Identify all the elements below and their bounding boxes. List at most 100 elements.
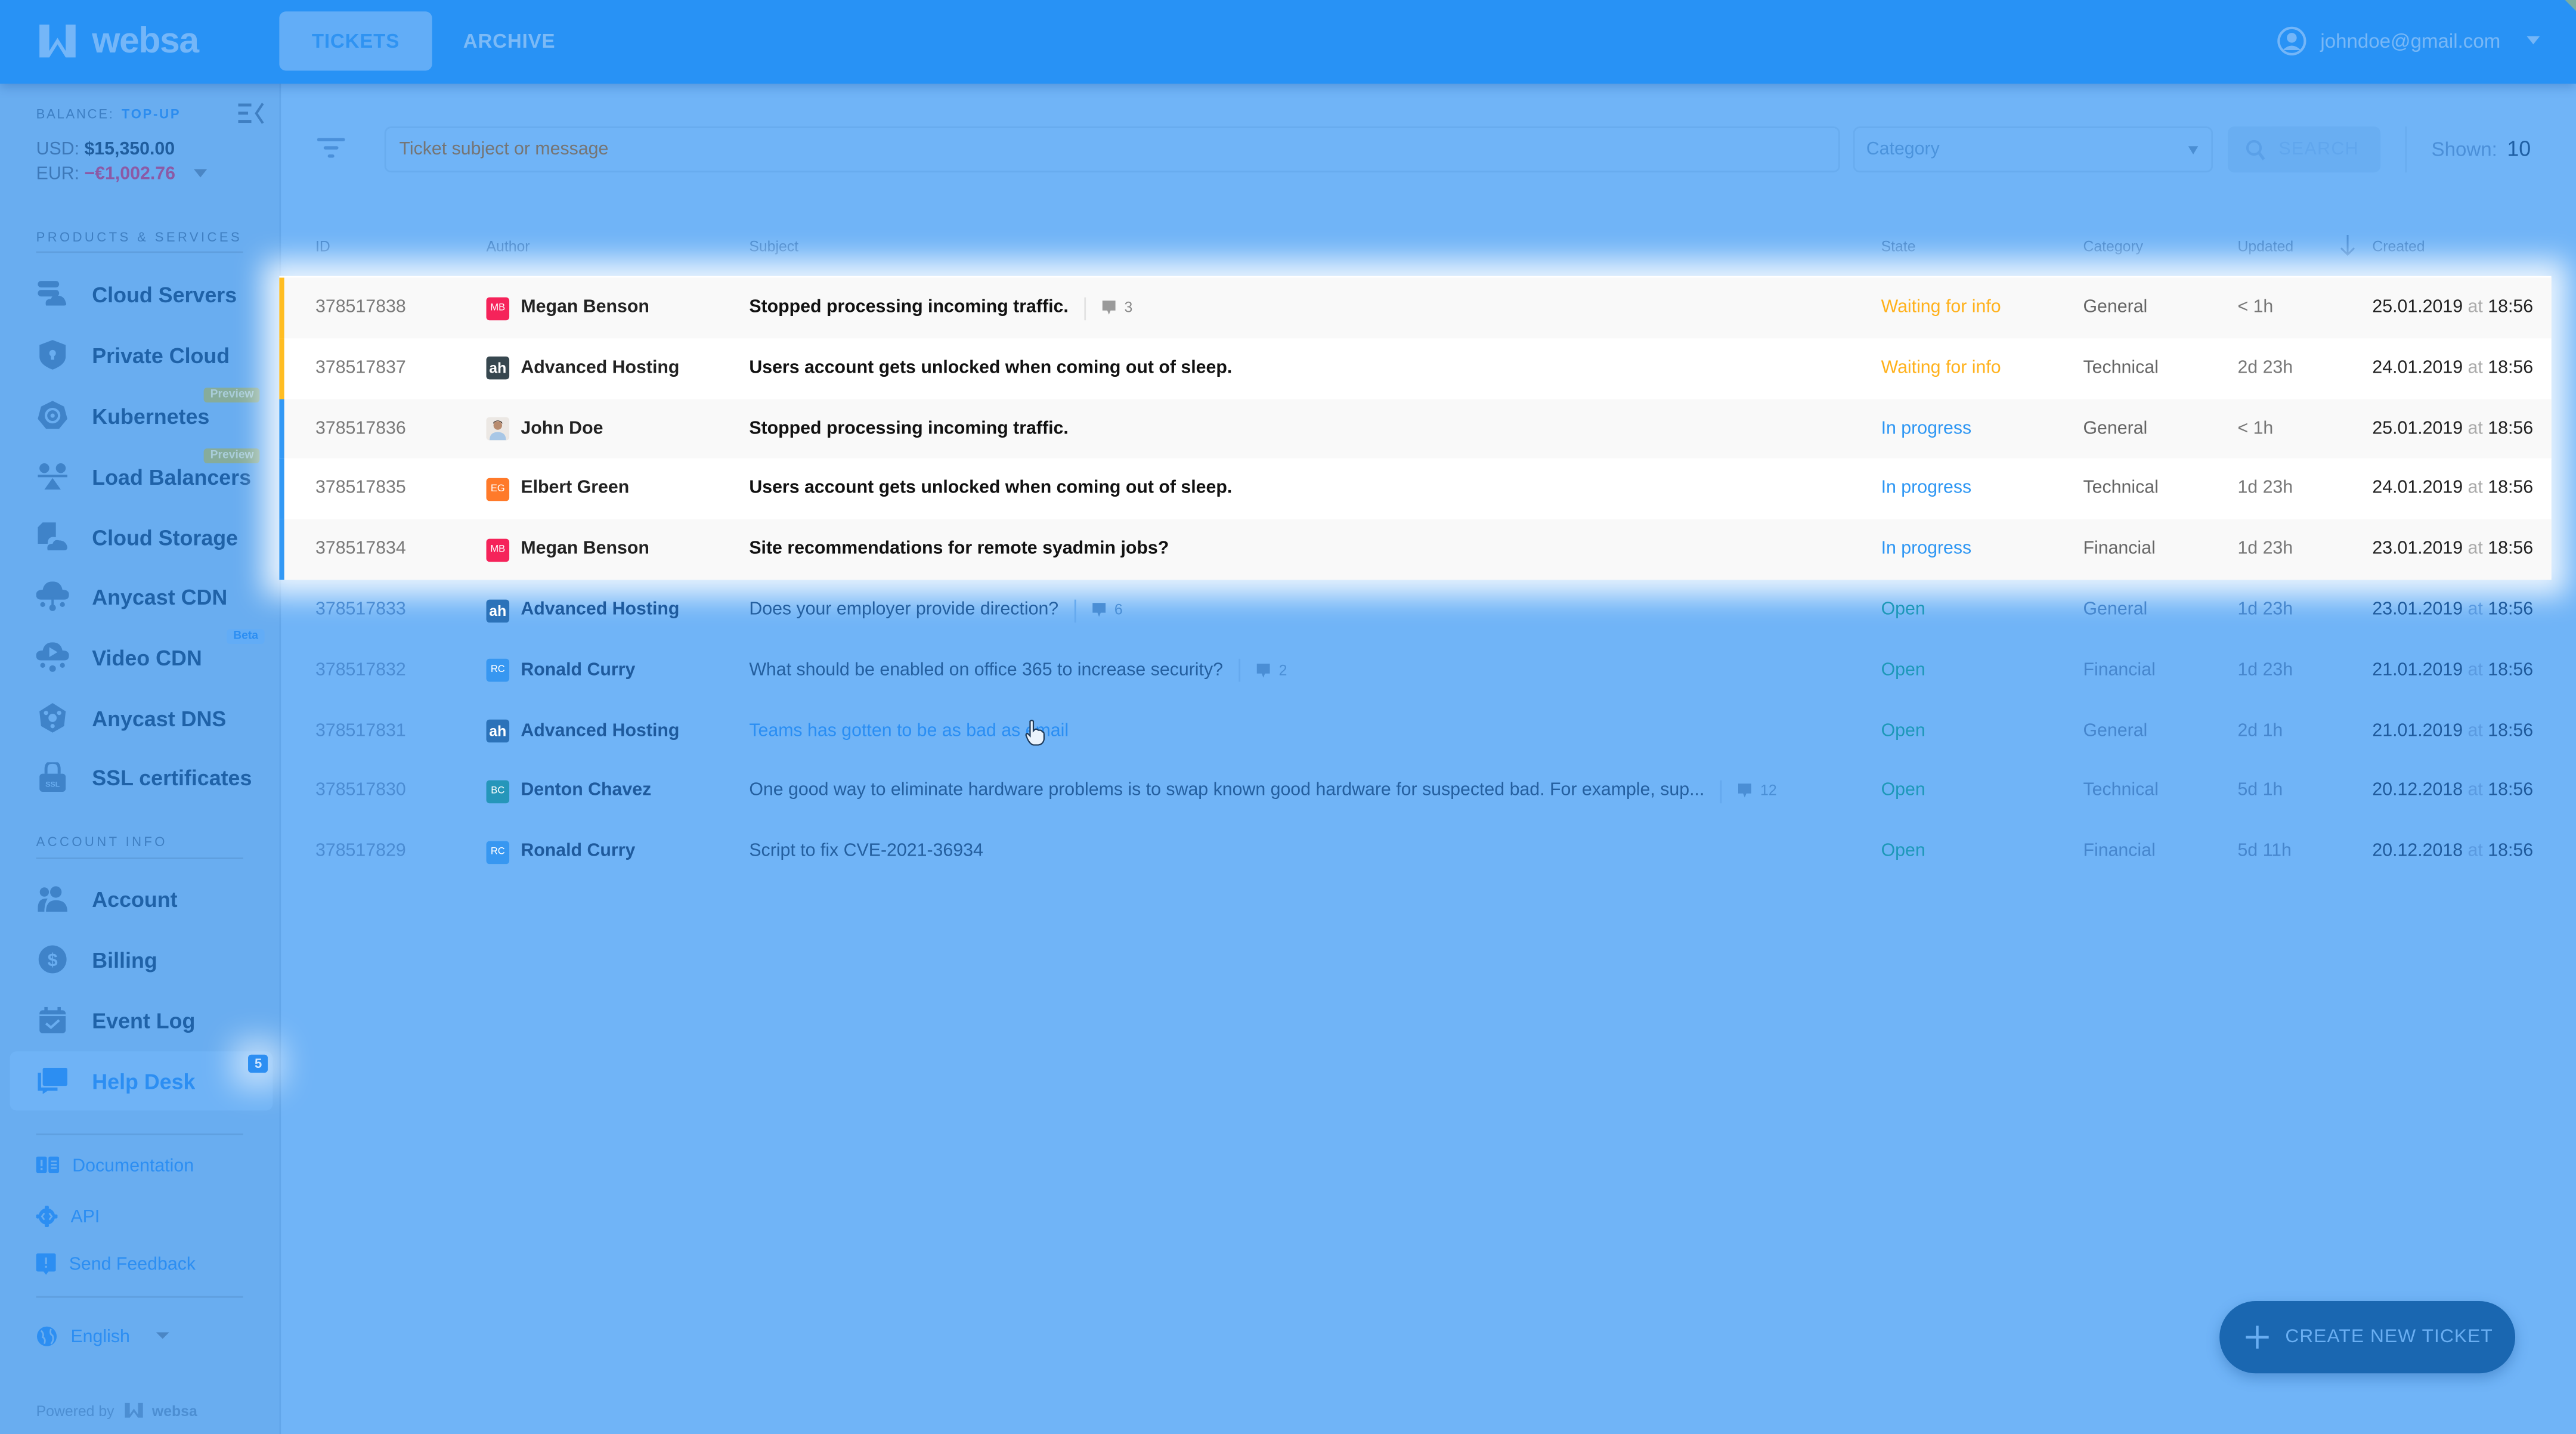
usd-value: $15,350.00 [84, 140, 175, 160]
ticket-author[interactable]: ah Advanced Hosting [486, 701, 679, 761]
sidebar-item-ssl-certificates[interactable]: SSL SSL certificates [36, 759, 267, 795]
ticket-author[interactable]: ah Advanced Hosting [486, 338, 679, 399]
table-row[interactable]: 378517833 ah Advanced Hosting Does your emp… [279, 580, 2551, 641]
tab-tickets[interactable]: TICKETS [279, 11, 432, 71]
sidebar-item-video-cdn[interactable]: Video CDN [36, 639, 267, 676]
avatar [486, 417, 510, 441]
column-header-category[interactable]: Category [2083, 238, 2143, 255]
sidebar-item-load-balancers[interactable]: Load Balancers [36, 459, 267, 495]
ticket-updated: < 1h [2237, 297, 2274, 317]
documentation-link[interactable]: Documentation [36, 1156, 194, 1176]
preview-badge: Preview [203, 388, 261, 402]
column-header-id[interactable]: ID [315, 238, 330, 255]
products-section-title: PRODUCTS & SERVICES [36, 230, 243, 245]
send-feedback-link[interactable]: Send Feedback [36, 1253, 196, 1277]
tab-archive[interactable]: ARCHIVE [447, 11, 571, 70]
column-header-created[interactable]: Created [2372, 238, 2425, 255]
avatar: MB [486, 538, 510, 562]
sort-desc-arrow-icon[interactable] [2339, 234, 2356, 256]
svg-text:SSL: SSL [45, 781, 60, 789]
logo[interactable]: websa [36, 20, 199, 63]
sidebar-item-anycast-cdn[interactable]: Anycast CDN [36, 578, 267, 615]
ticket-subject[interactable]: Site recommendations for remote syadmin … [749, 519, 1169, 580]
ticket-author[interactable]: ah Advanced Hosting [486, 580, 679, 641]
ticket-updated: 1d 23h [2237, 599, 2293, 620]
language-select[interactable]: English [36, 1325, 169, 1347]
help-desk-count-badge: 5 [248, 1054, 269, 1073]
table-row[interactable]: 378517834 MB Megan Benson Site recommendati… [279, 519, 2552, 581]
table-row[interactable]: 378517831 ah Advanced Hosting Teams has got… [279, 701, 2551, 761]
table-row[interactable]: 378517832 RC Ronald Curry What should be en… [279, 640, 2551, 701]
eur-balance[interactable]: EUR: −€1,002.76 [36, 165, 207, 184]
nav-label: Account [92, 886, 178, 911]
websa-logo-icon [39, 24, 76, 58]
preview-badge: Preview [203, 448, 261, 463]
ticket-category: Technical [2083, 478, 2159, 498]
ticket-subject[interactable]: One good way to eliminate hardware probl… [749, 761, 1777, 822]
ticket-author[interactable]: EG Elbert Green [486, 459, 629, 520]
column-header-state[interactable]: State [1881, 238, 1916, 255]
search-input[interactable] [384, 126, 1840, 173]
collapse-sidebar-icon[interactable] [238, 102, 264, 125]
avatar: RC [486, 840, 510, 864]
shown-count: Shown: 10 [2431, 136, 2531, 161]
table-row[interactable]: 378517835 EG Elbert Green Users account get… [279, 459, 2552, 520]
nav-label: Cloud Servers [92, 281, 237, 306]
column-header-subject[interactable]: Subject [749, 238, 798, 255]
row-status-bar [279, 398, 284, 460]
globe-icon [36, 1326, 57, 1346]
table-row[interactable]: 378517837 ah Advanced Hosting Users account… [279, 337, 2552, 399]
author-name: Megan Benson [521, 297, 649, 317]
ticket-subject[interactable]: Does your employer provide direction? 6 [749, 580, 1123, 641]
row-status-bar [279, 459, 284, 520]
sidebar-item-help-desk[interactable]: Help Desk [10, 1051, 273, 1111]
calendar-check-icon [36, 1004, 69, 1036]
sidebar-item-private-cloud[interactable]: Private Cloud [36, 337, 267, 373]
ticket-subject[interactable]: Script to fix CVE-2021-36934 [749, 822, 983, 882]
create-new-ticket-button[interactable]: CREATE NEW TICKET [2219, 1301, 2516, 1374]
comment-icon [1093, 603, 1107, 617]
ticket-subject[interactable]: Users account gets unlocked when coming … [749, 459, 1232, 520]
author-name: John Doe [521, 418, 603, 438]
sidebar-item-event-log[interactable]: Event Log [36, 1002, 267, 1039]
topup-link[interactable]: TOP-UP [122, 107, 181, 122]
ticket-category: General [2083, 297, 2148, 317]
eur-value: −€1,002.76 [84, 164, 176, 184]
column-header-author[interactable]: Author [487, 238, 530, 255]
sidebar-item-account[interactable]: Account [36, 881, 267, 917]
ticket-author[interactable]: RC Ronald Curry [486, 640, 635, 701]
ticket-author[interactable]: John Doe [486, 398, 603, 459]
api-link[interactable]: API [36, 1206, 100, 1228]
ticket-id: 378517833 [315, 599, 406, 620]
table-row[interactable]: 378517836 John Doe Stopped processing inco… [279, 398, 2552, 460]
ticket-subject[interactable]: Stopped processing incoming traffic. [749, 398, 1068, 459]
ticket-author[interactable]: BC Denton Chavez [486, 761, 651, 822]
sidebar-item-cloud-servers[interactable]: Cloud Servers [36, 276, 267, 312]
sidebar-item-kubernetes[interactable]: Kubernetes [36, 398, 267, 434]
ticket-author[interactable]: MB Megan Benson [486, 519, 649, 580]
app: websa TICKETS ARCHIVE johndoe@gmail.com … [0, 0, 2576, 1434]
ticket-subject[interactable]: Teams has gotten to be as bad as email [749, 701, 1069, 761]
ticket-subject[interactable]: Users account gets unlocked when coming … [749, 338, 1232, 399]
sidebar-item-billing[interactable]: $ Billing [36, 941, 267, 978]
table-row[interactable]: 378517830 BC Denton Chavez One good way to … [279, 761, 2551, 822]
comment-icon [1257, 663, 1271, 677]
column-header-updated[interactable]: Updated [2237, 238, 2293, 255]
table-row[interactable]: 378517838 MB Megan Benson Stopped processin… [279, 277, 2552, 339]
subject-text: What should be enabled on office 365 to … [749, 659, 1223, 680]
category-select[interactable]: Category [1853, 126, 2213, 173]
ticket-subject[interactable]: What should be enabled on office 365 to … [749, 640, 1287, 701]
filter-icon[interactable] [317, 138, 345, 161]
powered-by: Powered by websa [36, 1402, 197, 1419]
ticket-updated: 2d 23h [2237, 358, 2293, 378]
sidebar-item-anycast-dns[interactable]: Anycast DNS [36, 700, 267, 736]
nav-label: Cloud Storage [92, 525, 239, 550]
ticket-subject[interactable]: Stopped processing incoming traffic. 3 [749, 278, 1132, 339]
ticket-author[interactable]: MB Megan Benson [486, 278, 649, 339]
table-row[interactable]: 378517829 RC Ronald Curry Script to fix CVE… [279, 822, 2551, 882]
ticket-author[interactable]: RC Ronald Curry [486, 822, 635, 882]
search-button[interactable]: SEARCH [2227, 126, 2381, 173]
user-avatar-icon [2278, 26, 2307, 55]
user-menu[interactable]: johndoe@gmail.com [2278, 26, 2540, 56]
sidebar-item-cloud-storage[interactable]: Cloud Storage [36, 519, 267, 556]
